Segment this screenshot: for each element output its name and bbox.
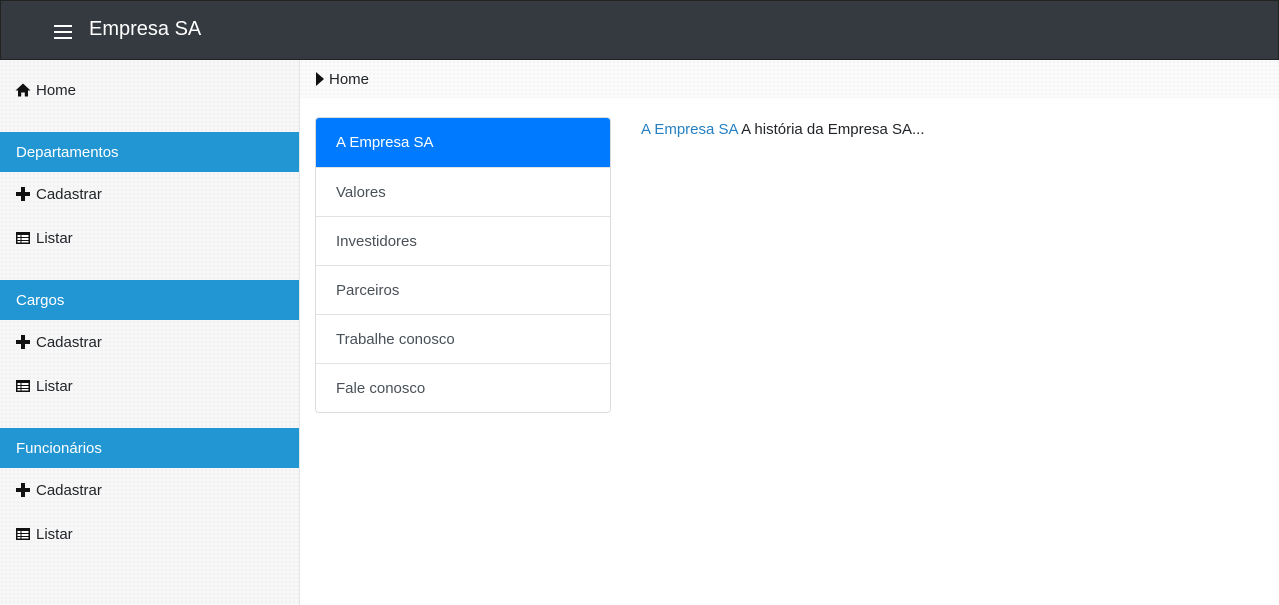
- company-menu: A Empresa SA Valores Investidores Parcei…: [315, 117, 611, 413]
- table-icon: [16, 528, 30, 540]
- sidebar-item-cargos-listar[interactable]: Listar: [15, 375, 73, 397]
- breadcrumb-home[interactable]: Home: [329, 71, 369, 88]
- sidebar-item-departamentos-listar[interactable]: Listar: [15, 227, 73, 249]
- sidebar-item-funcionarios-listar[interactable]: Listar: [15, 523, 73, 545]
- sidebar-item-departamentos-cadastrar[interactable]: Cadastrar: [15, 183, 102, 205]
- menu-item-fale-conosco[interactable]: Fale conosco: [316, 363, 610, 412]
- table-icon: [16, 232, 30, 244]
- caret-right-icon: [316, 72, 324, 86]
- table-icon: [16, 380, 30, 392]
- menu-item-valores[interactable]: Valores: [316, 167, 610, 216]
- breadcrumb: Home: [300, 60, 1279, 98]
- sidebar-item-funcionarios-cadastrar[interactable]: Cadastrar: [15, 479, 102, 501]
- sidebar-section-funcionarios: Funcionários: [0, 428, 299, 468]
- sidebar-item-label: Listar: [36, 525, 73, 543]
- sidebar-item-label: Cadastrar: [36, 333, 102, 351]
- sidebar-item-label: Cadastrar: [36, 185, 102, 203]
- plus-icon: [16, 483, 30, 497]
- plus-icon: [16, 187, 30, 201]
- sidebar-section-departamentos: Departamentos: [0, 132, 299, 172]
- content-link[interactable]: A Empresa SA: [641, 121, 738, 138]
- menu-item-investidores[interactable]: Investidores: [316, 216, 610, 265]
- home-icon: [15, 83, 31, 97]
- menu-item-a-empresa[interactable]: A Empresa SA: [316, 118, 610, 167]
- sidebar-item-label: Listar: [36, 377, 73, 395]
- sidebar-section-cargos: Cargos: [0, 280, 299, 320]
- sidebar-item-cargos-cadastrar[interactable]: Cadastrar: [15, 331, 102, 353]
- sidebar-item-label: Cadastrar: [36, 481, 102, 499]
- sidebar-item-label: Listar: [36, 229, 73, 247]
- menu-item-parceiros[interactable]: Parceiros: [316, 265, 610, 314]
- menu-item-trabalhe-conosco[interactable]: Trabalhe conosco: [316, 314, 610, 363]
- sidebar-item-home[interactable]: Home: [15, 79, 76, 101]
- main-content: Home A Empresa SA Valores Investidores P…: [300, 60, 1279, 605]
- hamburger-icon[interactable]: [54, 25, 72, 39]
- brand-title[interactable]: Empresa SA: [89, 18, 201, 41]
- top-navbar: Empresa SA: [0, 0, 1279, 60]
- plus-icon: [16, 335, 30, 349]
- sidebar: Home Departamentos Cadastrar Listar Carg…: [0, 60, 300, 605]
- content-text: A história da Empresa SA...: [741, 121, 925, 138]
- sidebar-item-label: Home: [36, 81, 77, 99]
- content-paragraph: A Empresa SA A história da Empresa SA...: [641, 121, 924, 138]
